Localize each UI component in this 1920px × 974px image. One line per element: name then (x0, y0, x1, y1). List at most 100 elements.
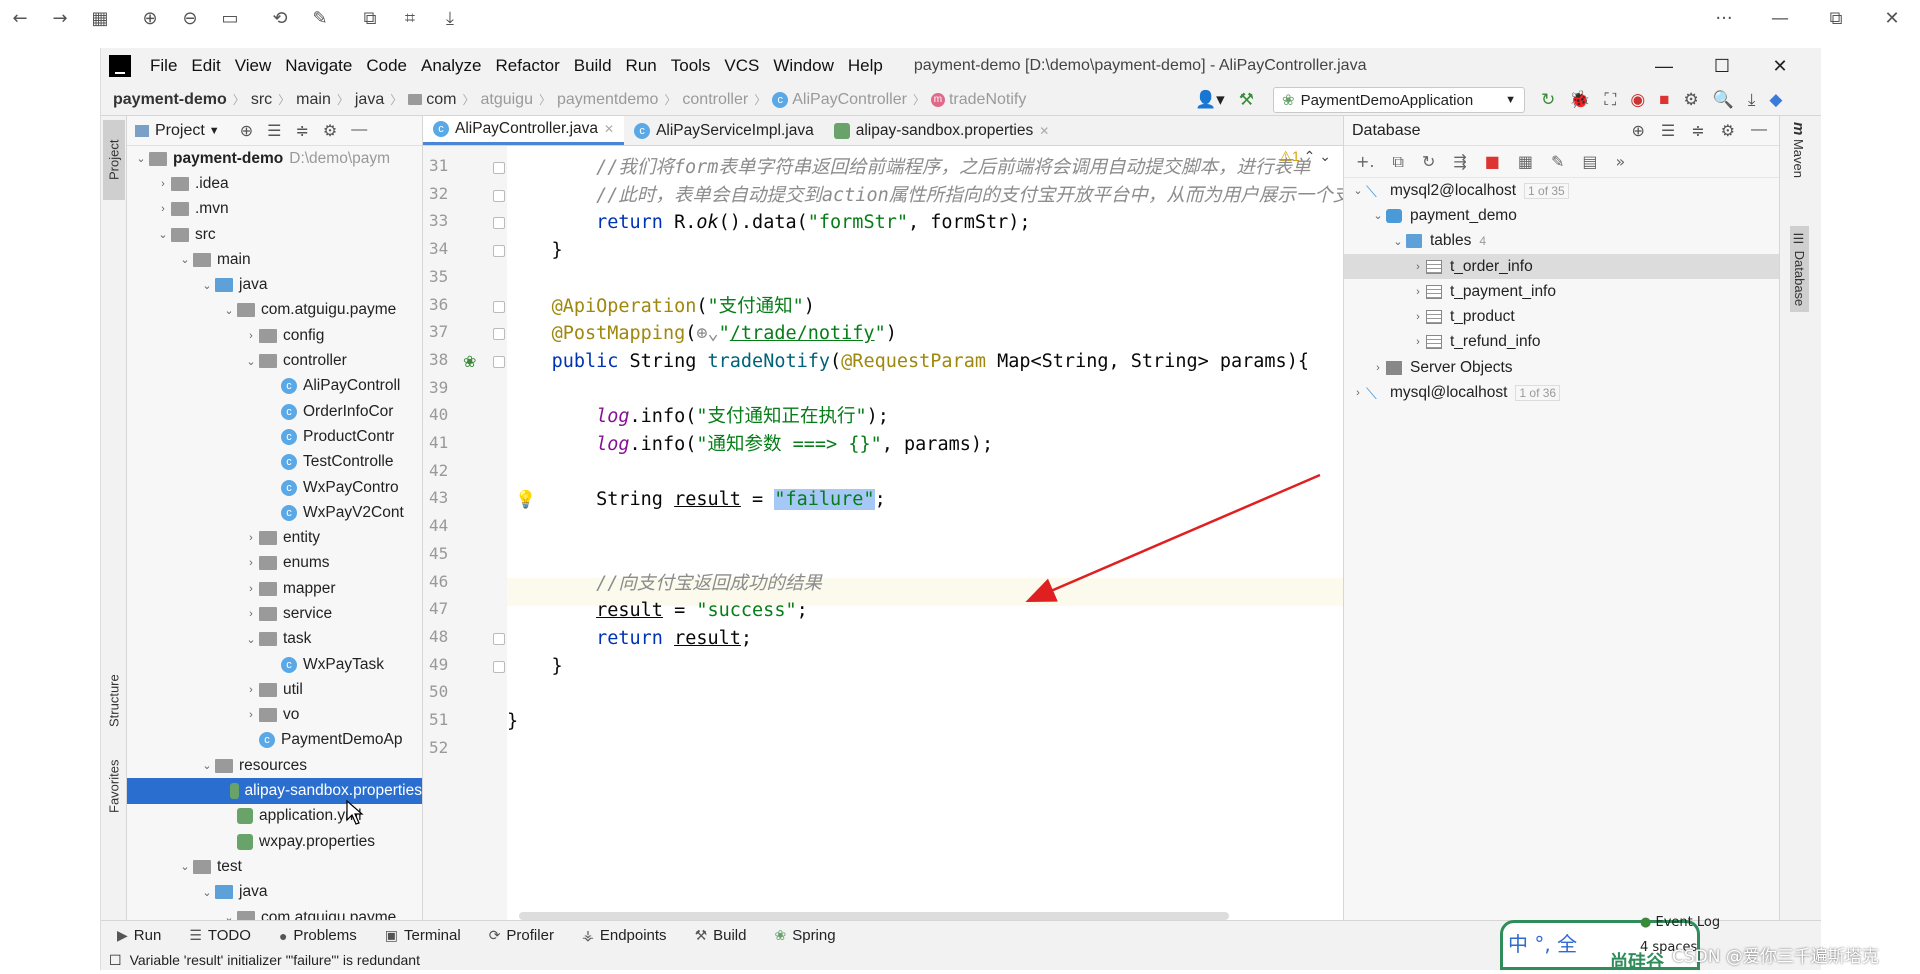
breadcrumb-project[interactable]: payment-demo (101, 91, 231, 109)
tree-item[interactable]: ⌄ task (127, 627, 422, 652)
profiler-tool-button[interactable]: ⟳ Profiler (473, 927, 566, 944)
db-tree-item[interactable]: › Server Objects (1344, 355, 1779, 380)
profile-icon[interactable]: ◉ (1630, 90, 1645, 110)
tree-item[interactable]: ⌄ test (127, 854, 422, 879)
chevron-down-icon[interactable]: ⌄ (221, 911, 237, 920)
tree-item[interactable]: ⌄ main (127, 247, 422, 272)
spring-tool-button[interactable]: ❀ Spring (758, 927, 847, 944)
tab-alipaycontroller[interactable]: c AliPayController.java ✕ (423, 116, 625, 145)
chevron-down-icon[interactable]: ⌄ (155, 228, 171, 241)
search-icon[interactable]: 🔍 (1713, 90, 1734, 110)
db-tree-item[interactable]: › t_refund_info (1344, 330, 1779, 355)
grid-icon[interactable]: ▦ (80, 0, 120, 36)
schema-count-badge[interactable]: 1 of 36 (1515, 385, 1561, 402)
chevron-down-icon[interactable]: ⌄ (199, 759, 215, 772)
refresh-icon[interactable]: ↻ (1422, 152, 1435, 171)
chevron-right-icon[interactable]: › (1350, 387, 1366, 399)
tree-item[interactable]: c WxPayContro (127, 475, 422, 500)
tree-item[interactable]: › .idea (127, 171, 422, 196)
coverage-icon[interactable]: ⛶ (1604, 90, 1616, 110)
settings-gear-icon[interactable]: ⚙ (323, 121, 337, 141)
chevron-right-icon[interactable]: › (1370, 362, 1386, 374)
schema-count-badge[interactable]: 1 of 35 (1524, 182, 1569, 199)
collapse-all-icon[interactable]: ≑ (295, 121, 308, 141)
download-icon[interactable]: ⤓ (430, 0, 470, 36)
edit-icon[interactable]: ✎ (300, 0, 340, 36)
menu-edit[interactable]: Edit (184, 56, 227, 76)
chevron-right-icon[interactable]: › (1410, 286, 1426, 298)
chevron-right-icon[interactable]: › (1410, 261, 1426, 273)
tree-item[interactable]: › vo (127, 703, 422, 728)
more-tools-icon[interactable]: » (1616, 152, 1626, 171)
code-line[interactable]: } (507, 653, 563, 681)
chevron-down-icon[interactable]: ⌄ (199, 279, 215, 292)
project-tool-tab[interactable]: Project (103, 120, 125, 200)
endpoints-tool-button[interactable]: ⚶ Endpoints (566, 927, 679, 944)
tree-item[interactable]: › config (127, 323, 422, 348)
tree-item[interactable]: ⌄ com.atguigu.payme (127, 298, 422, 323)
todo-tool-button[interactable]: ☰ TODO (173, 927, 263, 944)
chevron-down-icon[interactable]: ⌄ (243, 633, 259, 646)
fit-icon[interactable]: ▭ (210, 0, 250, 36)
breadcrumb-atguigu[interactable]: atguigu (476, 91, 537, 109)
code-line[interactable]: return R.ok().data("formStr", formStr); (507, 209, 1030, 237)
breadcrumb-main[interactable]: main (292, 91, 335, 109)
tree-item[interactable]: c WxPayTask (127, 652, 422, 677)
fold-icon[interactable] (493, 328, 505, 341)
tree-item[interactable]: c TestControlle (127, 450, 422, 475)
fold-icon[interactable] (493, 300, 505, 313)
chevron-right-icon[interactable]: › (243, 608, 259, 620)
rerun-icon[interactable]: ↻ (1541, 90, 1555, 110)
status-toggle-icon[interactable]: ☐ (109, 952, 122, 969)
favorites-tool-tab[interactable]: Favorites (103, 746, 125, 826)
spring-endpoint-gutter-icon[interactable]: ❀ (463, 352, 476, 371)
event-log-button[interactable]: ● Event Log (1640, 915, 1720, 930)
menu-refactor[interactable]: Refactor (488, 56, 566, 76)
chevron-down-icon[interactable]: ⌄ (199, 886, 215, 899)
close-tab-icon[interactable]: ✕ (604, 122, 614, 136)
ide-maximize-icon[interactable]: ☐ (1693, 56, 1751, 77)
problems-tool-button[interactable]: ● Problems (263, 927, 369, 944)
copy-icon[interactable]: ⧉ (350, 0, 390, 36)
chevron-right-icon[interactable]: › (1410, 311, 1426, 323)
hide-panel-icon[interactable]: — (351, 121, 367, 141)
chevron-down-icon[interactable]: ⌄ (177, 253, 193, 266)
code-line[interactable]: } (507, 708, 518, 736)
chevron-down-icon[interactable]: ⌄ (133, 152, 149, 165)
tab-alipay-sandbox-properties[interactable]: alipay-sandbox.properties ✕ (824, 116, 1060, 145)
tree-item[interactable]: › service (127, 601, 422, 626)
crop-icon[interactable]: ⌗ (390, 0, 430, 36)
edit-datasource-icon[interactable]: ✎ (1551, 152, 1564, 171)
fold-icon[interactable] (493, 632, 505, 645)
db-tree-item[interactable]: › ⟍ mysql@localhost 1 of 36 (1344, 380, 1779, 405)
tree-item[interactable]: application.yml (127, 804, 422, 829)
tree-item[interactable]: alipay-sandbox.properties (127, 778, 422, 804)
menu-code[interactable]: Code (359, 56, 414, 76)
menu-vcs[interactable]: VCS (717, 56, 766, 76)
code-line[interactable]: //向支付宝返回成功的结果 (507, 570, 822, 598)
code-line[interactable]: String result = "failure"; (507, 486, 886, 514)
code-line[interactable]: } (507, 237, 563, 265)
tree-item[interactable]: ⌄ controller (127, 348, 422, 373)
close-tab-icon[interactable]: ✕ (1039, 124, 1049, 138)
tree-item[interactable]: c AliPayControll (127, 374, 422, 399)
db-tree-item[interactable]: › t_payment_info (1344, 279, 1779, 304)
code-line[interactable]: log.info("支付通知正在执行"); (507, 403, 889, 431)
toolbox-icon[interactable]: ◆ (1769, 90, 1782, 110)
console-icon[interactable]: ▤ (1582, 152, 1597, 171)
breadcrumb-method[interactable]: m tradeNotify (927, 91, 1030, 109)
tab-alipayserviceimpl[interactable]: c AliPayServiceImpl.java (624, 116, 824, 145)
back-icon[interactable]: ← (0, 0, 40, 36)
stop-icon[interactable]: ■ (1659, 90, 1669, 110)
tree-item[interactable]: ⌄ java (127, 272, 422, 297)
chevron-right-icon[interactable]: › (1410, 336, 1426, 348)
tree-item[interactable]: wxpay.properties (127, 829, 422, 854)
chevron-right-icon[interactable]: › (243, 684, 259, 696)
db-tree-item[interactable]: ⌄ payment_demo (1344, 203, 1779, 228)
add-datasource-icon[interactable]: +. (1356, 152, 1375, 171)
tree-item[interactable]: ⌄ src (127, 222, 422, 247)
db-settings-icon[interactable]: ⚙ (1721, 121, 1735, 141)
fold-icon[interactable] (493, 355, 505, 368)
forward-icon[interactable]: → (40, 0, 80, 36)
restore-icon[interactable]: ⧉ (1808, 0, 1864, 36)
